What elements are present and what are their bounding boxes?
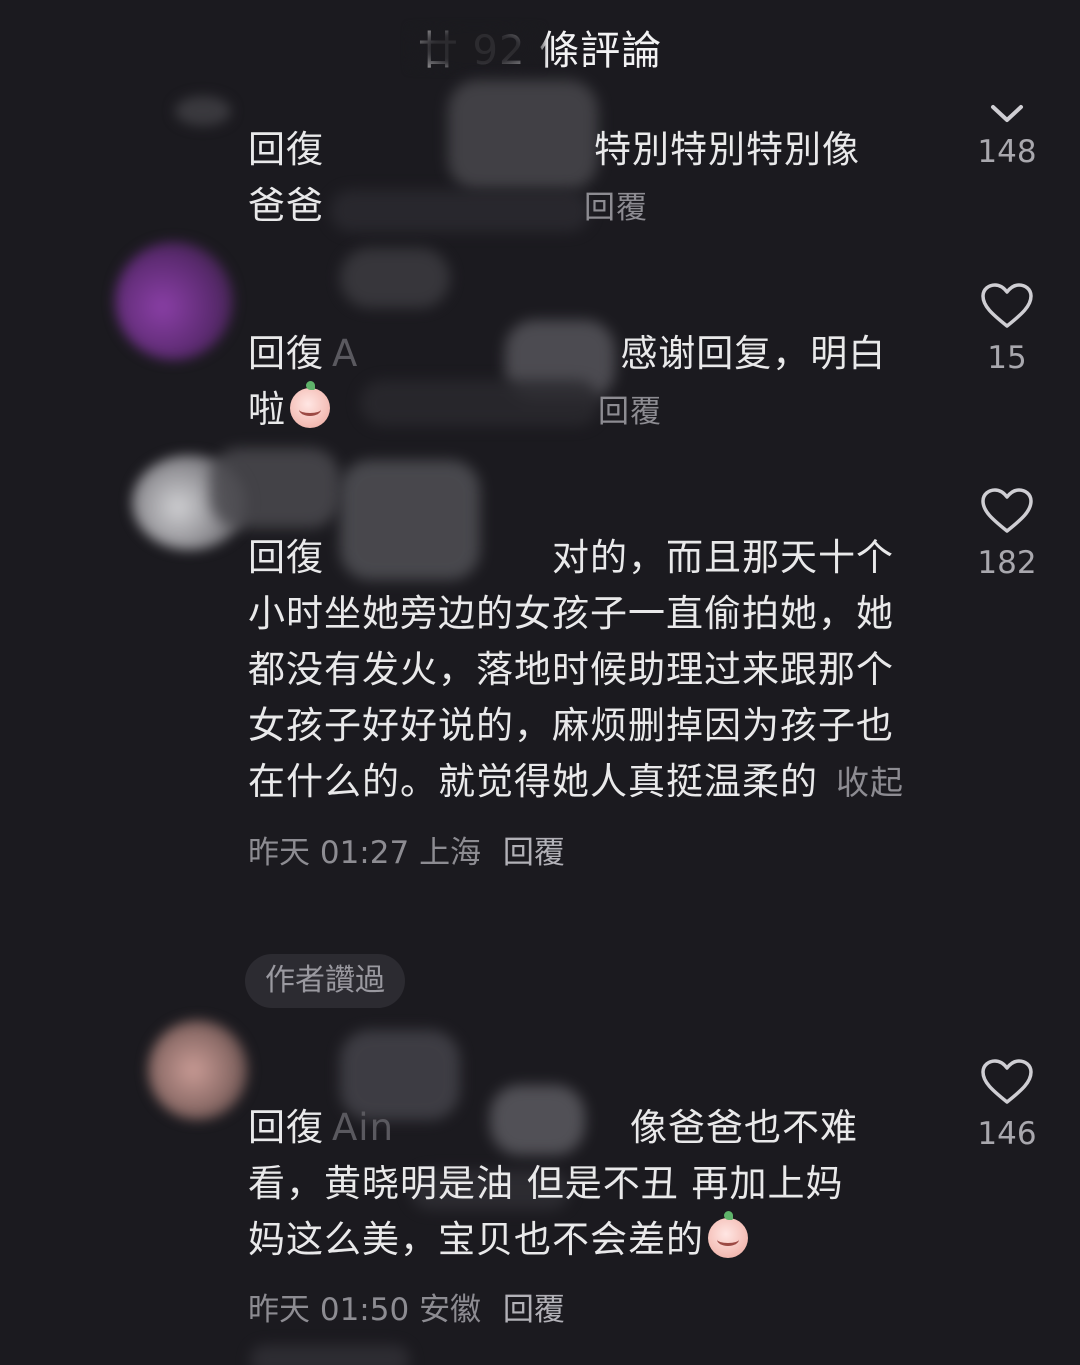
- heart-icon: [981, 488, 1033, 533]
- like-count: 148: [977, 134, 1037, 170]
- like-count: 15: [987, 340, 1027, 376]
- comment-time: 昨天 01:50: [248, 1292, 410, 1328]
- reply-button[interactable]: 回覆: [598, 394, 662, 430]
- comment-body: 啦: [248, 388, 286, 431]
- comment-body: 对的，而且那天十个小时坐她旁边的女孩子一直偷拍她，她都没有发火，落地时候助理过来…: [248, 536, 894, 803]
- reply-target[interactable]: A: [332, 332, 358, 375]
- chevron-down-icon: [991, 105, 1023, 122]
- comment-meta: 昨天 01:27 上海 回覆: [248, 827, 928, 872]
- reply-button[interactable]: 回覆: [503, 1292, 565, 1328]
- comment-location: 上海: [419, 835, 482, 871]
- comment-body: 爸爸: [248, 184, 324, 227]
- comment-body: 妈这么美，宝贝也不会差的: [248, 1218, 704, 1261]
- avatar[interactable]: [175, 96, 231, 126]
- comment-item: 回復 特別特別特別像 爸爸 回覆: [248, 122, 928, 236]
- like-button[interactable]: 148: [962, 104, 1052, 170]
- like-count: 146: [977, 1116, 1037, 1152]
- comment-body: 像爸爸也不难: [630, 1106, 859, 1149]
- redaction-blur: [405, 22, 545, 74]
- reply-prefix[interactable]: 回復: [248, 128, 324, 171]
- comment-body: 特別特別特別像: [594, 128, 860, 171]
- redaction-blur: [340, 248, 450, 308]
- comment-time: 昨天 01:27: [248, 835, 410, 871]
- comment-meta: 昨天 01:50 安徽 回覆: [248, 1284, 928, 1329]
- collapse-button[interactable]: 收起: [836, 763, 904, 802]
- like-button[interactable]: 15: [962, 282, 1052, 376]
- comment-text: 回復 Ain 像爸爸也不难 看，黄晓明是油 但是不丑 再加上妈 妈这么美，宝贝也不会…: [248, 1100, 928, 1268]
- comment-text: 回復 对的，而且那天十个小时坐她旁边的女孩子一直偷拍她，她都没有发火，落地时候助理…: [248, 530, 928, 811]
- heart-icon: [981, 283, 1033, 328]
- comment-location: 安徽: [419, 1292, 482, 1328]
- reply-button[interactable]: 回覆: [503, 835, 565, 871]
- comment-body: 感谢回复，明白: [620, 332, 887, 375]
- comments-screen: 廿 92 條評論 回復特別特別特別像 爸爸回覆 148 回復A感谢回复，明白 啦…: [0, 0, 1080, 1365]
- reply-button[interactable]: 回覆: [584, 190, 648, 226]
- like-button[interactable]: 182: [962, 487, 1052, 581]
- baby-face-emoji-icon: [290, 381, 330, 428]
- comment-text: 回復 A 感谢回复，明白 啦 回覆: [248, 326, 928, 440]
- comment-text: 回復 特別特別特別像 爸爸 回覆: [248, 122, 928, 236]
- author-liked-badge: 作者讚過: [245, 954, 405, 1008]
- like-button[interactable]: 146: [962, 1058, 1052, 1152]
- heart-icon: [981, 1059, 1033, 1104]
- reply-prefix[interactable]: 回復: [248, 332, 324, 375]
- reply-prefix[interactable]: 回復: [248, 536, 324, 579]
- reply-target[interactable]: Ain: [332, 1106, 394, 1149]
- like-count: 182: [977, 545, 1037, 581]
- reply-prefix[interactable]: 回復: [248, 1106, 324, 1149]
- redaction-blur: [250, 1345, 410, 1365]
- baby-face-emoji-icon: [708, 1211, 748, 1258]
- avatar[interactable]: [148, 1020, 248, 1120]
- comment-item: 回復 Ain 像爸爸也不难 看，黄晓明是油 但是不丑 再加上妈 妈这么美，宝贝也不会…: [248, 1100, 928, 1329]
- comment-body: 看，黄晓明是油 但是不丑 再加上妈: [248, 1162, 844, 1205]
- redaction-blur: [210, 448, 340, 528]
- comment-item: 回復 对的，而且那天十个小时坐她旁边的女孩子一直偷拍她，她都没有发火，落地时候助理…: [248, 530, 928, 872]
- comment-item: 回復 A 感谢回复，明白 啦 回覆: [248, 326, 928, 440]
- avatar[interactable]: [115, 242, 233, 360]
